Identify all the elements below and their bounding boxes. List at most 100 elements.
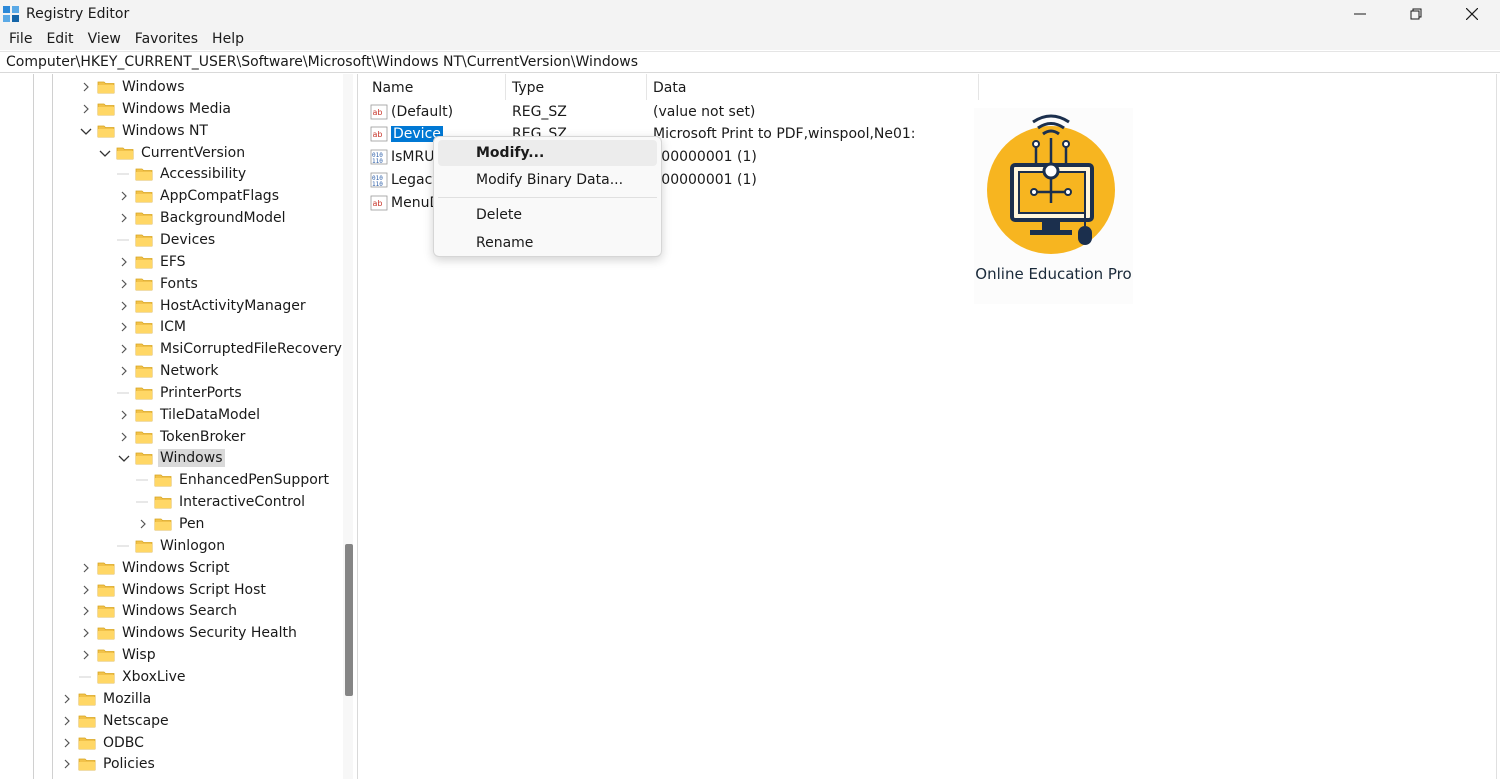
binary-value-icon: 010110 (370, 172, 388, 188)
tree-item[interactable]: BackgroundModel (117, 207, 288, 229)
svg-text:ab: ab (373, 108, 383, 117)
string-value-icon: ab (370, 195, 388, 211)
logo-graphic (987, 114, 1115, 254)
tree-connector (117, 545, 129, 547)
tree-item[interactable]: ODBC (60, 732, 146, 754)
tree-item[interactable]: Windows Script (79, 557, 232, 579)
chevron-right-icon[interactable] (117, 320, 131, 334)
tree-item[interactable]: EFS (117, 251, 188, 273)
chevron-right-icon[interactable] (117, 364, 131, 378)
chevron-right-icon[interactable] (60, 714, 74, 728)
chevron-right-icon[interactable] (117, 189, 131, 203)
menu-help[interactable]: Help (205, 28, 251, 50)
tree-item[interactable]: Netscape (60, 710, 171, 732)
tree-item-label: Windows Media (122, 100, 231, 117)
tree-scrollbar-thumb[interactable] (345, 544, 353, 696)
chevron-right-icon[interactable] (117, 342, 131, 356)
value-data: Microsoft Print to PDF,winspool,Ne01: (653, 126, 916, 143)
tree-item-label: BackgroundModel (160, 210, 286, 227)
tree-item[interactable]: ICM (117, 316, 188, 338)
chevron-right-icon[interactable] (117, 408, 131, 422)
menu-file[interactable]: File (2, 28, 39, 50)
column-header-name[interactable]: Name (366, 74, 506, 100)
tree-item[interactable]: EnhancedPenSupport (136, 469, 331, 491)
tree-item[interactable]: TokenBroker (117, 426, 247, 448)
tree-item[interactable]: Windows Search (79, 600, 239, 622)
folder-icon (135, 278, 153, 291)
chevron-right-icon[interactable] (117, 255, 131, 269)
svg-text:110: 110 (372, 158, 383, 165)
tree-item-label: ODBC (103, 734, 144, 751)
tree-item[interactable]: InteractiveControl (136, 491, 307, 513)
folder-icon (135, 409, 153, 422)
tree-item[interactable]: XboxLive (79, 666, 188, 688)
context-menu-modify-binary[interactable]: Modify Binary Data... (438, 167, 657, 193)
minimize-button[interactable] (1332, 0, 1388, 28)
close-button[interactable] (1444, 0, 1500, 28)
chevron-right-icon[interactable] (60, 692, 74, 706)
tree-item-label: EFS (160, 253, 186, 270)
folder-icon (154, 474, 172, 487)
list-row[interactable]: ab (Default) REG_SZ (value not set) (366, 100, 755, 123)
folder-icon (97, 605, 115, 618)
tree-item[interactable]: HostActivityManager (117, 295, 308, 317)
tree-item[interactable]: Devices (117, 229, 217, 251)
tree-item[interactable]: Wisp (79, 644, 158, 666)
tree-item[interactable]: Windows (79, 76, 187, 98)
tree-item[interactable]: Winlogon (117, 535, 227, 557)
restore-icon (1410, 8, 1422, 20)
chevron-right-icon[interactable] (79, 583, 93, 597)
tree-item[interactable]: MsiCorruptedFileRecovery (117, 338, 344, 360)
chevron-right-icon[interactable] (79, 102, 93, 116)
chevron-right-icon[interactable] (117, 299, 131, 313)
column-header-type[interactable]: Type (506, 74, 647, 100)
tree-item[interactable]: Network (117, 360, 220, 382)
chevron-right-icon[interactable] (136, 517, 150, 531)
column-header-data[interactable]: Data (647, 74, 979, 100)
folder-icon (135, 300, 153, 312)
value-name-text: (Default) (391, 103, 454, 120)
tree-item[interactable]: PrinterPorts (117, 382, 244, 404)
chevron-down-icon[interactable] (79, 124, 93, 138)
chevron-right-icon[interactable] (117, 277, 131, 291)
chevron-right-icon[interactable] (117, 430, 131, 444)
chevron-right-icon[interactable] (79, 648, 93, 662)
context-menu-delete[interactable]: Delete (438, 202, 657, 228)
list-header: Name Type Data (366, 74, 979, 100)
tree-item[interactable]: Windows Media (79, 98, 233, 120)
restore-button[interactable] (1388, 0, 1444, 28)
chevron-right-icon[interactable] (117, 211, 131, 225)
menu-favorites[interactable]: Favorites (128, 28, 205, 50)
tree-item[interactable]: CurrentVersion (98, 142, 247, 164)
menu-view[interactable]: View (81, 28, 128, 50)
folder-icon (97, 562, 115, 575)
chevron-right-icon[interactable] (79, 604, 93, 618)
tree-item[interactable]: Fonts (117, 273, 200, 295)
context-menu-rename[interactable]: Rename (438, 230, 657, 256)
value-type: REG_SZ (512, 103, 567, 120)
tree-item[interactable]: Mozilla (60, 688, 153, 710)
menu-edit[interactable]: Edit (39, 28, 80, 50)
chevron-down-icon[interactable] (117, 451, 131, 465)
svg-text:ab: ab (373, 130, 383, 139)
chevron-down-icon[interactable] (98, 146, 112, 160)
chevron-right-icon[interactable] (79, 561, 93, 575)
chevron-right-icon[interactable] (79, 626, 93, 640)
tree-item[interactable]: Accessibility (117, 163, 248, 185)
chevron-right-icon[interactable] (79, 80, 93, 94)
context-menu-modify[interactable]: Modify... (438, 140, 657, 166)
tree-item[interactable]: Windows (117, 447, 225, 469)
tree-item[interactable]: Windows NT (79, 120, 210, 142)
tree-item[interactable]: Policies (60, 753, 157, 775)
folder-icon (135, 256, 153, 269)
tree-item[interactable]: Pen (136, 513, 206, 535)
chevron-right-icon[interactable] (60, 736, 74, 750)
chevron-right-icon[interactable] (60, 757, 74, 771)
tree-item[interactable]: Windows Security Health (79, 622, 299, 644)
context-menu-separator (438, 197, 657, 198)
tree-item[interactable]: AppCompatFlags (117, 185, 281, 207)
address-bar[interactable]: Computer\HKEY_CURRENT_USER\Software\Micr… (0, 51, 1500, 73)
tree-item[interactable]: TileDataModel (117, 404, 262, 426)
menu-bar: File Edit View Favorites Help (0, 28, 1500, 50)
tree-item[interactable]: Windows Script Host (79, 579, 268, 601)
